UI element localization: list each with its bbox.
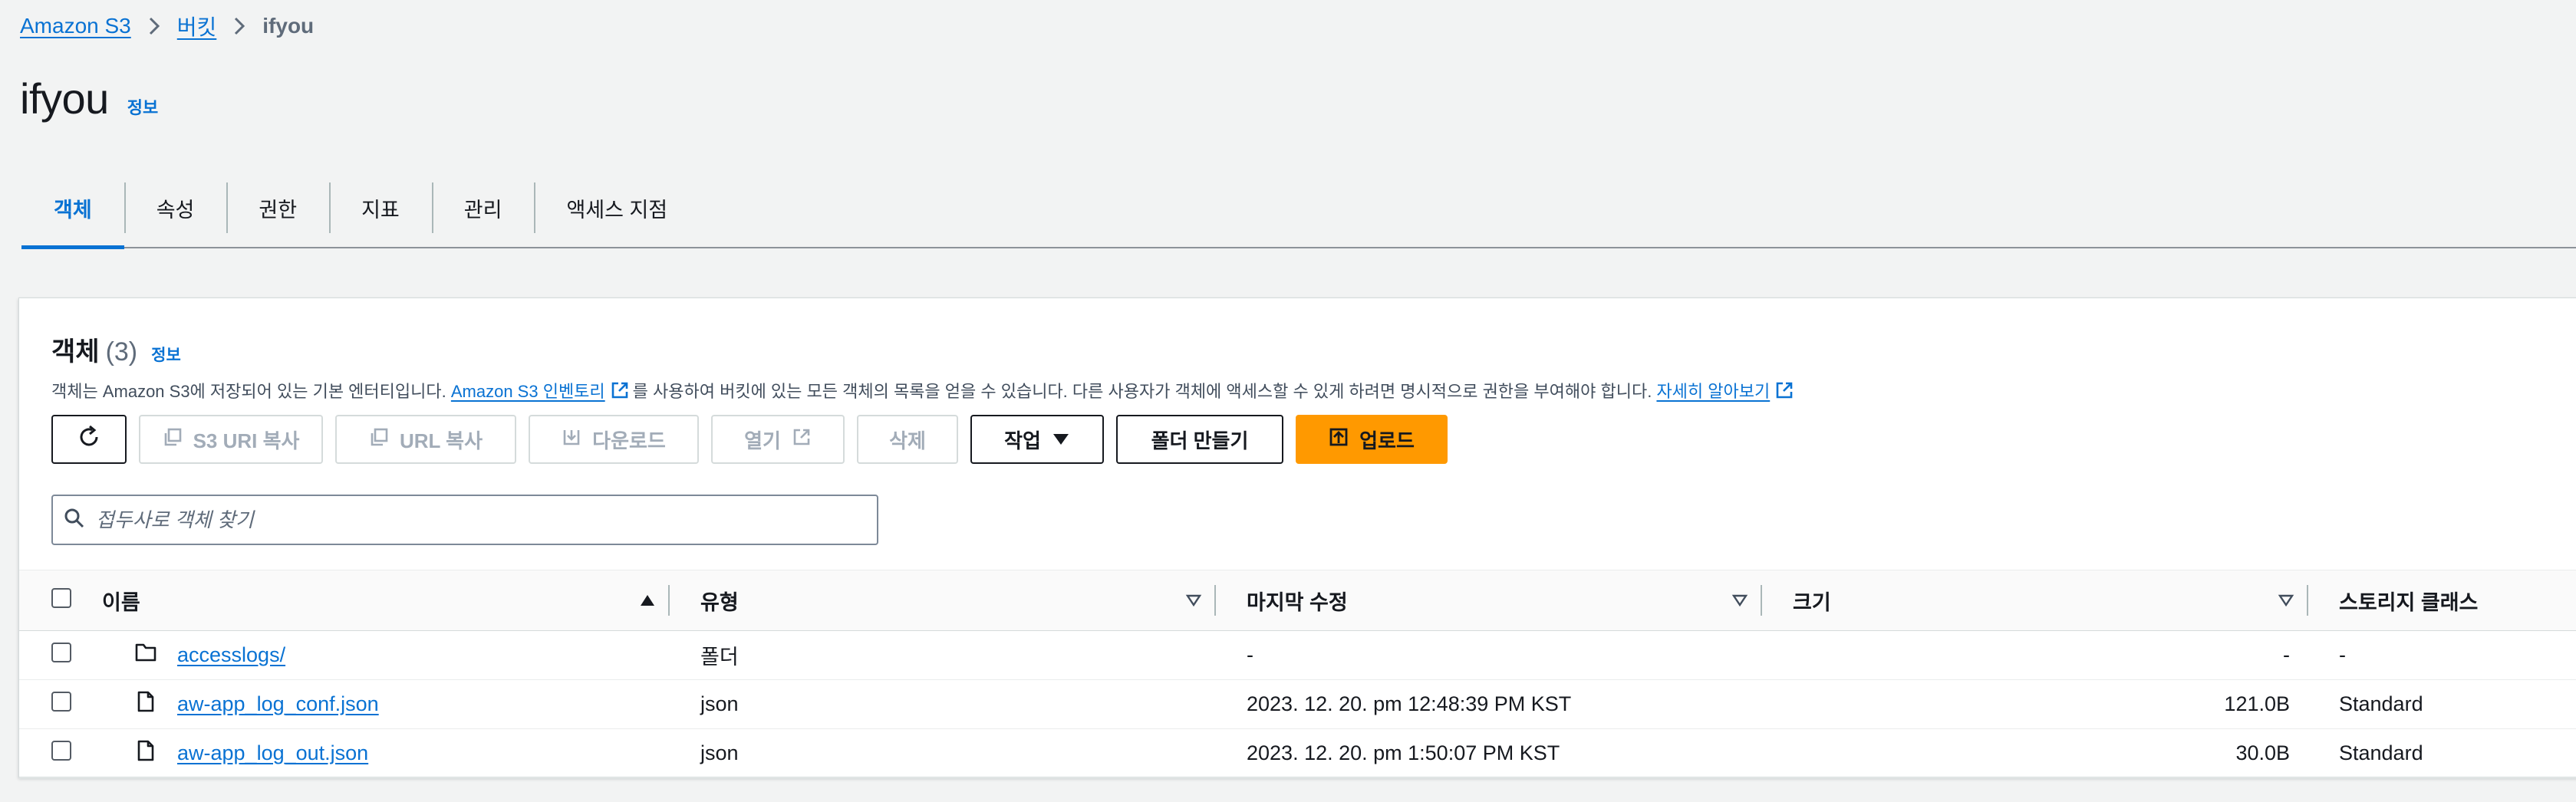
col-modified-header[interactable]: 마지막 수정 (1216, 570, 1762, 631)
refresh-icon (76, 424, 102, 455)
page-title: ifyou (20, 74, 109, 123)
desc-text-1: 객체는 Amazon S3에 저장되어 있는 기본 엔터티입니다. (51, 382, 446, 401)
inventory-link[interactable]: Amazon S3 인벤토리 (451, 382, 605, 401)
delete-button[interactable]: 삭제 (857, 415, 958, 464)
delete-label: 삭제 (889, 429, 926, 452)
breadcrumb-current: ifyou (262, 14, 315, 38)
actions-label: 작업 (1004, 429, 1041, 452)
cell-modified: - (1247, 643, 1253, 666)
row-checkbox[interactable] (51, 643, 71, 662)
sort-icon (1185, 589, 1202, 613)
upload-label: 업로드 (1359, 429, 1415, 452)
download-button[interactable]: 다운로드 (529, 415, 699, 464)
objects-title: 객체 (51, 337, 100, 366)
cell-size: 30.0B (2235, 741, 2290, 764)
tab-properties[interactable]: 속성 (124, 169, 227, 247)
desc-text-2: 를 사용하여 버킷에 있는 모든 객체의 목록을 얻을 수 있습니다. 다른 사… (632, 382, 1652, 401)
chevron-right-icon (148, 16, 160, 36)
external-link-icon (1774, 380, 1794, 405)
objects-description: 객체는 Amazon S3에 저장되어 있는 기본 엔터티입니다. Amazon… (51, 378, 1797, 405)
breadcrumb-amazon-s3[interactable]: Amazon S3 (20, 14, 131, 38)
col-size-header[interactable]: 크기 (1762, 570, 2308, 631)
objects-count: (3) (105, 337, 138, 366)
object-link[interactable]: aw-app_log_out.json (177, 741, 368, 765)
file-icon (134, 690, 157, 718)
learn-more-link[interactable]: 자세히 알아보기 (1656, 382, 1770, 401)
sort-icon (2278, 589, 2294, 613)
tab-management[interactable]: 관리 (431, 169, 535, 247)
object-link[interactable]: accesslogs/ (177, 643, 285, 667)
col-modified-label: 마지막 수정 (1247, 590, 1348, 614)
cell-storage: Standard (2339, 692, 2423, 715)
row-checkbox[interactable] (51, 741, 71, 761)
page-header: ifyou 정보 (20, 74, 158, 123)
col-size-label: 크기 (1793, 590, 1831, 614)
tab-objects[interactable]: 객체 (21, 169, 124, 249)
cell-modified: 2023. 12. 20. pm 12:48:39 PM KST (1247, 692, 1572, 715)
folder-icon (134, 642, 157, 669)
tab-access-points[interactable]: 액세스 지점 (534, 169, 700, 247)
table-header-row: 이름 유형 마지막 수정 크기 스토리지 클래스 (19, 570, 2576, 631)
sort-icon (1731, 589, 1748, 613)
open-button[interactable]: 열기 (711, 415, 845, 464)
actions-toolbar: S3 URI 복사 URL 복사 다운로드 열기 삭제 작업 폴더 만들기 업로… (51, 415, 1448, 464)
cell-type: json (700, 741, 739, 764)
cell-type: json (700, 692, 739, 715)
tab-bar: 객체 속성 권한 지표 관리 액세스 지점 (21, 169, 2576, 249)
chevron-right-icon (233, 16, 245, 36)
col-type-header[interactable]: 유형 (670, 570, 1216, 631)
copy-s3-uri-button[interactable]: S3 URI 복사 (139, 415, 323, 464)
copy-s3-uri-label: S3 URI 복사 (193, 429, 300, 452)
cell-storage: Standard (2339, 741, 2423, 764)
cell-storage: - (2339, 643, 2346, 666)
cell-size: - (2283, 643, 2290, 666)
create-folder-button[interactable]: 폴더 만들기 (1116, 415, 1283, 464)
table-row: aw-app_log_conf.json json 2023. 12. 20. … (19, 680, 2576, 729)
table-row: aw-app_log_out.json json 2023. 12. 20. p… (19, 729, 2576, 778)
object-link[interactable]: aw-app_log_conf.json (177, 692, 379, 716)
copy-icon (163, 427, 183, 452)
objects-header: 객체 (3) 정보 (51, 330, 181, 368)
prefix-search (51, 495, 878, 545)
col-name-label: 이름 (102, 590, 140, 614)
cell-size: 121.0B (2224, 692, 2290, 715)
upload-button[interactable]: 업로드 (1296, 415, 1448, 464)
caret-down-icon (1052, 428, 1070, 452)
create-folder-label: 폴더 만들기 (1151, 429, 1249, 452)
col-storage-label: 스토리지 클래스 (2339, 590, 2479, 614)
copy-url-label: URL 복사 (399, 429, 483, 452)
sort-ascending-icon (639, 589, 656, 613)
breadcrumb: Amazon S3 버킷 ifyou (20, 11, 314, 41)
objects-info-link[interactable]: 정보 (151, 343, 181, 366)
row-checkbox[interactable] (51, 692, 71, 712)
search-input[interactable] (96, 508, 848, 532)
page-info-link[interactable]: 정보 (127, 94, 158, 119)
copy-url-button[interactable]: URL 복사 (335, 415, 516, 464)
select-all-cell (19, 570, 102, 631)
col-type-label: 유형 (700, 590, 739, 614)
objects-panel: 객체 (3) 정보 객체는 Amazon S3에 저장되어 있는 기본 엔터티입… (18, 297, 2576, 778)
actions-dropdown-button[interactable]: 작업 (970, 415, 1104, 464)
external-link-icon (610, 380, 630, 405)
objects-table: 이름 유형 마지막 수정 크기 스토리지 클래스 accesslogs/ 폴더 … (19, 570, 2576, 778)
upload-icon (1329, 427, 1349, 452)
cell-type: 폴더 (700, 646, 739, 669)
breadcrumb-buckets[interactable]: 버킷 (177, 11, 217, 41)
table-row: accesslogs/ 폴더 - - - (19, 631, 2576, 680)
external-link-icon (792, 427, 812, 452)
open-label: 열기 (744, 429, 781, 452)
col-storage-header[interactable]: 스토리지 클래스 (2308, 570, 2576, 631)
refresh-button[interactable] (51, 415, 127, 464)
select-all-checkbox[interactable] (51, 587, 71, 608)
tab-metrics[interactable]: 지표 (329, 169, 432, 247)
tab-permissions[interactable]: 권한 (226, 169, 329, 247)
cell-modified: 2023. 12. 20. pm 1:50:07 PM KST (1247, 741, 1560, 764)
search-icon (64, 508, 85, 533)
file-icon (134, 739, 157, 767)
copy-icon (369, 427, 389, 452)
download-label: 다운로드 (592, 429, 666, 452)
download-icon (562, 427, 581, 452)
col-name-header[interactable]: 이름 (102, 570, 670, 631)
